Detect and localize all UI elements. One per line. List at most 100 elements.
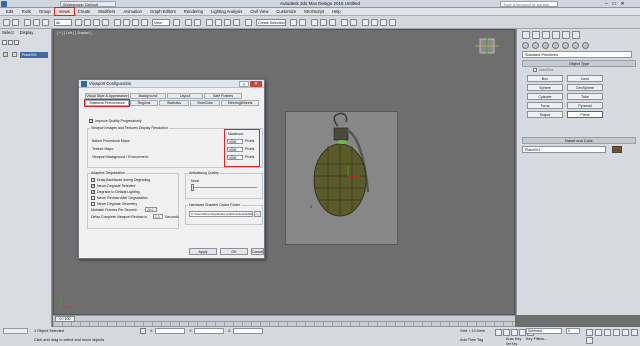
antialiasing-slider-track[interactable] <box>191 187 257 188</box>
select-by-name-icon[interactable] <box>84 19 91 26</box>
time-slider-track[interactable]: 0 / 100 <box>53 315 515 322</box>
key-filters-button[interactable]: Key Filters... <box>526 337 547 341</box>
select-rotate-icon[interactable] <box>123 19 130 26</box>
align-icon[interactable] <box>299 19 306 26</box>
baked-maps-spinner[interactable]: 4096 <box>227 139 243 144</box>
mirror-icon[interactable] <box>290 19 297 26</box>
sphere-button[interactable]: Sphere <box>527 84 563 91</box>
select-object-icon[interactable] <box>75 19 82 26</box>
primitive-type-dropdown[interactable]: Standard Primitives <box>522 51 632 58</box>
menu-edit[interactable]: Edit <box>2 8 17 15</box>
render-production-icon[interactable] <box>389 19 396 26</box>
play-icon[interactable] <box>511 329 518 336</box>
name-and-color-rollout[interactable]: Name and Color <box>522 137 636 144</box>
next-frame-icon[interactable] <box>519 329 526 336</box>
never-redraw-checkbox[interactable] <box>91 196 95 200</box>
tab-viewcube[interactable]: ViewCube <box>190 100 220 106</box>
named-selection-dropdown[interactable]: Create Selection Se <box>256 19 286 26</box>
edit-named-selection-icon[interactable] <box>245 19 252 26</box>
keyboard-shortcut-override-icon[interactable] <box>194 19 201 26</box>
pyramid-button[interactable]: Pyramid <box>567 102 603 109</box>
space-warps-icon[interactable] <box>572 42 579 49</box>
link-icon[interactable] <box>24 19 31 26</box>
schematic-view-icon[interactable] <box>350 19 357 26</box>
never-degrade-selected-checkbox[interactable]: ✓ <box>91 184 95 188</box>
bind-space-warp-icon[interactable] <box>42 19 49 26</box>
reference-coordinate-dropdown[interactable]: View <box>152 19 170 26</box>
percent-snap-icon[interactable] <box>224 19 231 26</box>
lock-selection-icon[interactable] <box>140 328 146 334</box>
maximize-button[interactable]: ▭ <box>612 1 617 7</box>
select-scale-icon[interactable] <box>132 19 139 26</box>
tab-regions[interactable]: Regions <box>130 100 158 106</box>
snaps-toggle-icon[interactable] <box>206 19 213 26</box>
menu-help[interactable]: Help <box>328 8 345 15</box>
object-name-field[interactable]: Plane001 <box>522 146 606 153</box>
tab-background[interactable]: Background <box>130 93 166 99</box>
improve-quality-checkbox[interactable]: ✓ <box>89 119 93 123</box>
geosphere-button[interactable]: GeoSphere <box>567 84 603 91</box>
background-spinner[interactable]: 4096 <box>227 155 243 160</box>
z-coordinate-field[interactable] <box>233 328 263 334</box>
auto-key-button[interactable]: Auto Key <box>506 337 521 341</box>
render-setup-icon[interactable] <box>371 19 378 26</box>
viewcube-icon[interactable] <box>474 34 500 58</box>
orbit-icon[interactable] <box>631 329 638 336</box>
box-button[interactable]: Box <box>527 75 563 82</box>
display-tab-icon[interactable] <box>562 31 570 39</box>
close-dialog-button[interactable]: ✕ <box>250 81 262 87</box>
undo-icon[interactable] <box>3 19 10 26</box>
autogrid-checkbox[interactable] <box>533 68 537 72</box>
tab-select[interactable]: Select <box>2 30 14 35</box>
torus-button[interactable]: Torus <box>527 102 563 109</box>
select-manipulate-icon[interactable] <box>185 19 192 26</box>
menu-customize[interactable]: Customize <box>272 8 300 15</box>
field-of-view-icon[interactable] <box>613 329 620 336</box>
menu-civil-view[interactable]: Civil View <box>246 8 272 15</box>
cone-button[interactable]: Cone <box>567 75 603 82</box>
maintain-fps-spinner[interactable]: 20.0 <box>145 207 157 212</box>
never-degrade-geometry-checkbox[interactable] <box>91 202 95 206</box>
sort-icon[interactable] <box>8 40 13 45</box>
select-move-icon[interactable] <box>114 19 121 26</box>
tab-layout[interactable]: Layout <box>167 93 203 99</box>
layer-explorer-icon[interactable] <box>320 19 327 26</box>
teapot-button[interactable]: Teapot <box>527 111 563 118</box>
x-coordinate-field[interactable] <box>155 328 185 334</box>
apply-button[interactable]: Apply <box>189 248 217 255</box>
selection-filter-dropdown[interactable]: All <box>54 19 72 26</box>
maximize-viewport-icon[interactable] <box>586 337 593 344</box>
app-logo-icon[interactable] <box>1 1 7 7</box>
object-eye-icon[interactable] <box>12 52 17 57</box>
shader-cache-path-field[interactable]: C:\Users\Mevo\AppData\Local\Autodesk\3ds… <box>189 211 253 217</box>
create-tab-icon[interactable] <box>522 31 530 39</box>
pivot-center-icon[interactable] <box>173 19 180 26</box>
cylinder-button[interactable]: Cylinder <box>527 93 563 100</box>
geometry-icon[interactable] <box>522 42 529 49</box>
menu-views[interactable]: Views <box>53 7 75 16</box>
maxscript-listener[interactable] <box>3 328 28 334</box>
auto-key-dropdown[interactable]: Selected <box>526 328 562 334</box>
texture-maps-spinner[interactable]: 4096 <box>227 147 243 152</box>
curve-editor-icon[interactable] <box>341 19 348 26</box>
ok-button[interactable]: OK <box>220 248 248 255</box>
workspace-dropdown[interactable]: Workspace: Default <box>60 1 116 7</box>
menu-modifiers[interactable]: Modifiers <box>94 8 119 15</box>
menu-tools[interactable]: Tools <box>17 8 35 15</box>
tab-visual-style[interactable]: Visual Style & Appearance <box>85 93 129 99</box>
scene-root-icon[interactable] <box>3 52 8 57</box>
menu-animation[interactable]: Animation <box>119 8 146 15</box>
hierarchy-tab-icon[interactable] <box>542 31 550 39</box>
filter-icon[interactable] <box>2 40 7 45</box>
tab-steeringwheels[interactable]: SteeringWheels <box>221 100 259 106</box>
viewport-label[interactable]: [ + ] [ Left ] [ Shaded ] <box>57 31 91 35</box>
grenade-model-preview[interactable]: Z <box>285 111 398 245</box>
tab-stateless-performance[interactable]: Stateless Performance <box>84 99 130 107</box>
zoom-icon[interactable] <box>586 329 593 336</box>
spinner-snap-icon[interactable] <box>233 19 240 26</box>
redo-icon[interactable] <box>12 19 19 26</box>
hierarchy-icon[interactable] <box>14 40 19 45</box>
menu-create[interactable]: Create <box>74 8 95 15</box>
utilities-tab-icon[interactable] <box>572 31 580 39</box>
shapes-icon[interactable] <box>532 42 539 49</box>
